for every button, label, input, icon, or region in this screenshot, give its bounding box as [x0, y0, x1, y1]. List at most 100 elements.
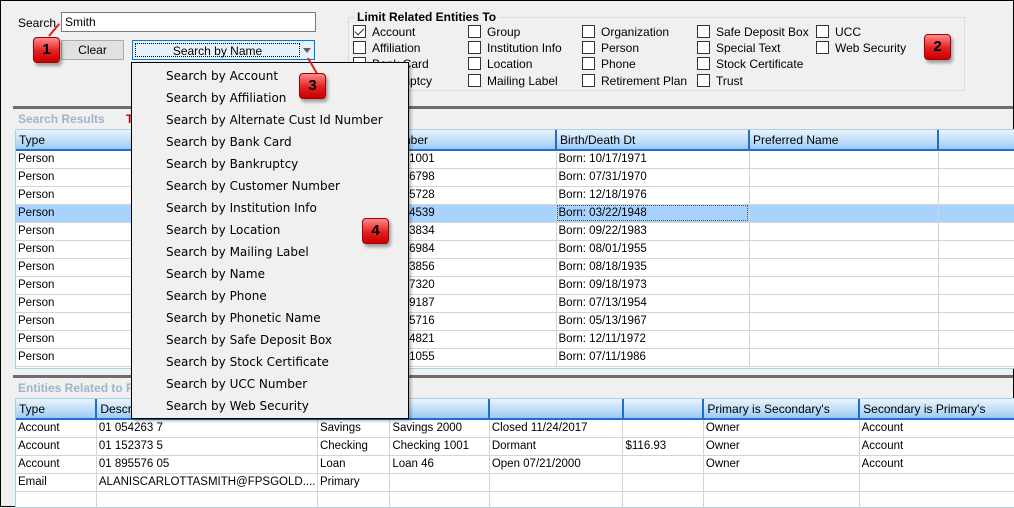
- table-cell[interactable]: Account: [859, 455, 1014, 474]
- table-cell[interactable]: Closed 11/24/2017: [489, 419, 624, 438]
- table-cell[interactable]: 09-3834: [390, 222, 557, 241]
- table-cell[interactable]: Open 07/21/2000: [489, 455, 624, 474]
- table-cell[interactable]: Born: 07/31/1970: [556, 168, 750, 187]
- table-cell[interactable]: [749, 240, 939, 259]
- menu-item-search-by-customer-number[interactable]: Search by Customer Number: [166, 175, 340, 197]
- column-header[interactable]: Type: [16, 130, 133, 151]
- table-cell[interactable]: Born: 07/11/1986: [556, 348, 750, 367]
- table-cell[interactable]: [749, 312, 939, 331]
- checkbox-unchecked-icon[interactable]: [582, 41, 595, 54]
- table-cell[interactable]: [96, 491, 318, 507]
- table-cell[interactable]: Account: [16, 455, 97, 474]
- table-cell[interactable]: [16, 491, 97, 507]
- table-cell[interactable]: Person: [16, 168, 133, 187]
- table-cell[interactable]: Primary: [317, 473, 391, 492]
- checkbox-institution-info[interactable]: Institution Info: [468, 41, 562, 57]
- menu-item-search-by-stock-certificate[interactable]: Search by Stock Certificate: [166, 351, 329, 373]
- table-cell[interactable]: Owner: [703, 419, 860, 438]
- menu-item-search-by-phonetic-name[interactable]: Search by Phonetic Name: [166, 307, 321, 329]
- menu-item-search-by-web-security[interactable]: Search by Web Security: [166, 395, 309, 417]
- checkbox-unchecked-icon[interactable]: [697, 74, 710, 87]
- checkbox-location[interactable]: Location: [468, 57, 532, 73]
- checkbox-unchecked-icon[interactable]: [582, 57, 595, 70]
- column-header[interactable]: [622, 399, 705, 420]
- table-cell[interactable]: Person: [16, 150, 133, 169]
- column-header[interactable]: Birth/Death Dt: [556, 130, 750, 151]
- table-cell[interactable]: 55-6798: [390, 168, 557, 187]
- table-cell[interactable]: [938, 240, 1014, 259]
- table-cell[interactable]: Account: [859, 419, 1014, 438]
- checkbox-mailing-label[interactable]: Mailing Label: [468, 74, 558, 90]
- table-cell[interactable]: [389, 473, 490, 492]
- table-cell[interactable]: Dormant: [489, 437, 624, 456]
- menu-item-search-by-name[interactable]: Search by Name: [166, 263, 265, 285]
- table-cell[interactable]: 56-1001: [390, 150, 557, 169]
- table-cell[interactable]: Person: [16, 294, 133, 313]
- table-cell[interactable]: Savings 2000: [389, 419, 490, 438]
- table-cell[interactable]: Born: 09/22/1983: [556, 222, 750, 241]
- table-cell[interactable]: Born: 05/13/1967: [556, 312, 750, 331]
- table-cell[interactable]: Born: 03/22/1948: [556, 204, 750, 223]
- table-cell[interactable]: [703, 473, 860, 492]
- table-cell[interactable]: Owner: [703, 437, 860, 456]
- table-cell[interactable]: Person: [16, 240, 133, 259]
- checkbox-unchecked-icon[interactable]: [468, 57, 481, 70]
- table-cell[interactable]: [489, 473, 624, 492]
- table-row[interactable]: Email ALANISCARLOTTASMITH@FPSGOLD.... Prim…: [16, 473, 1014, 492]
- table-cell[interactable]: [749, 258, 939, 277]
- checkbox-unchecked-icon[interactable]: [697, 25, 710, 38]
- table-cell[interactable]: 87-5728: [390, 186, 557, 205]
- checkbox-unchecked-icon[interactable]: [816, 41, 829, 54]
- table-cell[interactable]: Person: [16, 186, 133, 205]
- checkbox-unchecked-icon[interactable]: [816, 25, 829, 38]
- table-cell[interactable]: 85-4539: [390, 204, 557, 223]
- table-cell[interactable]: Email: [16, 473, 97, 492]
- menu-item-search-by-mailing-label[interactable]: Search by Mailing Label: [166, 241, 309, 263]
- table-cell[interactable]: Person: [16, 204, 133, 223]
- column-header[interactable]: Preferred Name: [749, 130, 939, 151]
- menu-item-search-by-phone[interactable]: Search by Phone: [166, 285, 267, 307]
- table-cell[interactable]: [389, 491, 490, 507]
- table-cell[interactable]: [938, 294, 1014, 313]
- table-cell[interactable]: Loan: [317, 455, 391, 474]
- table-cell[interactable]: Born: 07/13/1954: [556, 294, 750, 313]
- search-mode-dropdown[interactable]: Search by Name: [132, 40, 315, 60]
- table-cell[interactable]: [938, 348, 1014, 367]
- checkbox-unchecked-icon[interactable]: [697, 41, 710, 54]
- table-cell[interactable]: [749, 204, 939, 223]
- column-header[interactable]: [938, 130, 1014, 151]
- table-cell[interactable]: Born: 10/17/1971: [556, 150, 750, 169]
- checkbox-phone[interactable]: Phone: [582, 57, 636, 73]
- menu-item-search-by-ucc-number[interactable]: Search by UCC Number: [166, 373, 307, 395]
- checkbox-unchecked-icon[interactable]: [697, 57, 710, 70]
- checkbox-unchecked-icon[interactable]: [468, 25, 481, 38]
- table-cell[interactable]: [622, 455, 704, 474]
- table-cell[interactable]: [938, 258, 1014, 277]
- menu-item-search-by-affiliation[interactable]: Search by Affiliation: [166, 87, 286, 109]
- table-cell[interactable]: Person: [16, 222, 133, 241]
- checkbox-safe-deposit-box[interactable]: Safe Deposit Box: [697, 25, 809, 41]
- checkbox-stock-certificate[interactable]: Stock Certificate: [697, 57, 803, 73]
- menu-item-search-by-safe-deposit-box[interactable]: Search by Safe Deposit Box: [166, 329, 332, 351]
- table-row[interactable]: Account 01 895576 05 Loan Loan 46 Open 07/21…: [16, 455, 1014, 474]
- table-row[interactable]: Account 01 152373 5 Checking Checking 1001 D…: [16, 437, 1014, 456]
- table-cell[interactable]: [938, 276, 1014, 295]
- checkbox-special-text[interactable]: Special Text: [697, 41, 780, 57]
- table-cell[interactable]: [622, 491, 704, 507]
- menu-item-search-by-bank-card[interactable]: Search by Bank Card: [166, 131, 292, 153]
- table-cell[interactable]: 15-1055: [390, 348, 557, 367]
- checkbox-unchecked-icon[interactable]: [353, 41, 366, 54]
- checkbox-trust[interactable]: Trust: [697, 74, 743, 90]
- menu-item-search-by-bankruptcy[interactable]: Search by Bankruptcy: [166, 153, 298, 175]
- checkbox-retirement-plan[interactable]: Retirement Plan: [582, 74, 687, 90]
- checkbox-organization[interactable]: Organization: [582, 25, 669, 41]
- checkbox-affiliation[interactable]: Affiliation: [353, 41, 420, 57]
- menu-item-search-by-account[interactable]: Search by Account: [166, 65, 278, 87]
- column-header[interactable]: Primary is Secondary's: [703, 399, 861, 420]
- table-cell[interactable]: Person: [16, 258, 133, 277]
- chevron-down-icon[interactable]: [303, 48, 311, 53]
- table-cell[interactable]: Account: [16, 437, 97, 456]
- table-cell[interactable]: 16-3856: [390, 258, 557, 277]
- table-row[interactable]: [16, 491, 1014, 507]
- table-cell[interactable]: [489, 491, 624, 507]
